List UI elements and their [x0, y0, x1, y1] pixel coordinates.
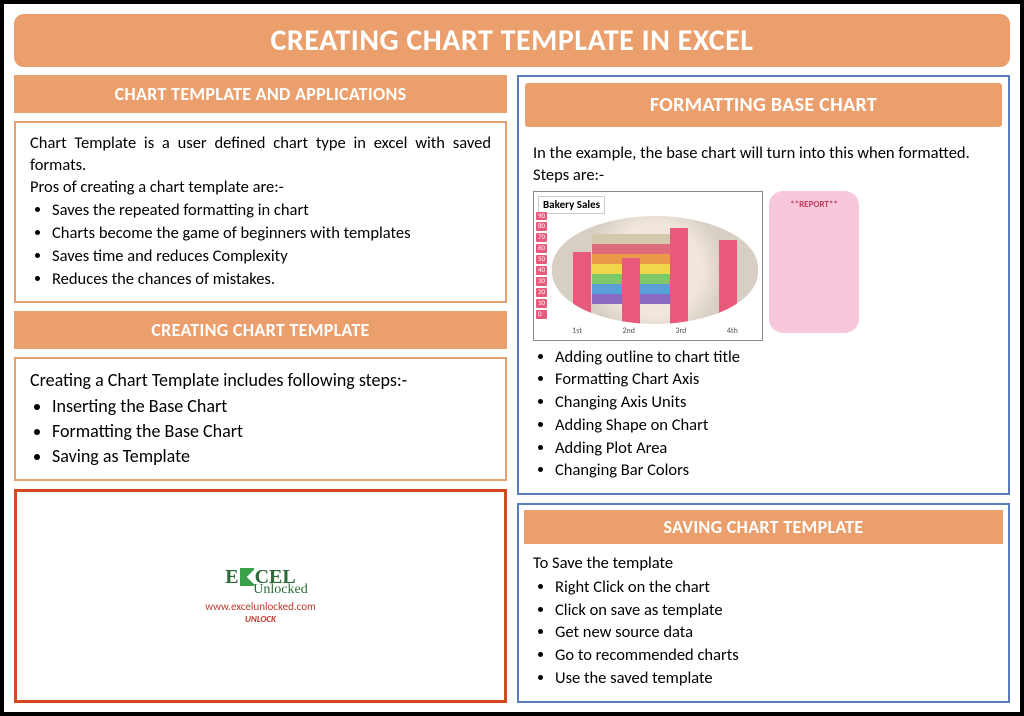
plot-area	[552, 216, 758, 324]
creating-list: Inserting the Base Chart Formatting the …	[30, 395, 491, 468]
logo-tagline: UNLOCK	[245, 614, 276, 625]
list-item: Use the saved template	[555, 668, 994, 690]
section-applications-body: Chart Template is a user defined chart t…	[16, 123, 505, 301]
y-tick: 30	[536, 277, 547, 285]
list-item: Saves time and reduces Complexity	[52, 246, 491, 268]
list-item: Go to recommended charts	[555, 645, 994, 667]
bars	[552, 216, 758, 324]
list-item: Reduces the chances of mistakes.	[52, 269, 491, 291]
y-tick: 20	[536, 288, 547, 296]
section-saving-body: To Save the template Right Click on the …	[519, 549, 1008, 701]
section-formatting-body: In the example, the base chart will turn…	[519, 133, 1008, 493]
y-tick: 40	[536, 266, 547, 274]
section-header-formatting: FORMATTING BASE CHART	[525, 83, 1002, 127]
page: CREATING CHART TEMPLATE IN EXCEL CHART T…	[0, 0, 1024, 716]
list-item: Formatting Chart Axis	[555, 369, 994, 391]
logo-subtext: Unlocked	[213, 582, 307, 598]
x-tick: 2nd	[622, 326, 634, 337]
applications-pros-label: Pros of creating a chart template are:-	[30, 177, 491, 199]
list-item: Saving as Template	[52, 445, 491, 469]
y-tick: 10	[536, 299, 547, 307]
x-tick: 4th	[727, 326, 738, 337]
bar-chart: Bakery Sales 90 80 70 60 50 40 30 20 10	[533, 191, 763, 341]
list-item: Get new source data	[555, 622, 994, 644]
y-axis: 90 80 70 60 50 40 30 20 10 0	[536, 212, 547, 320]
applications-intro: Chart Template is a user defined chart t…	[30, 133, 491, 177]
y-tick: 0	[536, 310, 547, 318]
saving-list: Right Click on the chart Click on save a…	[533, 577, 994, 690]
list-item: Changing Axis Units	[555, 392, 994, 414]
bar-4	[719, 240, 737, 324]
y-tick: 50	[536, 255, 547, 263]
section-formatting: FORMATTING BASE CHART In the example, th…	[517, 75, 1010, 495]
list-item: Adding outline to chart title	[555, 347, 994, 369]
y-tick: 70	[536, 233, 547, 241]
bar-1	[573, 252, 591, 324]
left-column: CHART TEMPLATE AND APPLICATIONS Chart Te…	[14, 75, 507, 703]
creating-intro: Creating a Chart Template includes follo…	[30, 369, 491, 393]
list-item: Click on save as template	[555, 600, 994, 622]
bar-2	[622, 258, 640, 324]
x-axis: 1st 2nd 3rd 4th	[552, 326, 758, 337]
list-item: Charts become the game of beginners with…	[52, 223, 491, 245]
section-saving: SAVING CHART TEMPLATE To Save the templa…	[517, 503, 1010, 703]
section-creating-body: Creating a Chart Template includes follo…	[16, 359, 505, 479]
y-tick: 60	[536, 244, 547, 252]
report-shape: **REPORT**	[769, 191, 859, 333]
section-creating: Creating a Chart Template includes follo…	[14, 357, 507, 481]
embedded-chart: Bakery Sales 90 80 70 60 50 40 30 20 10	[533, 191, 994, 341]
section-applications: Chart Template is a user defined chart t…	[14, 121, 507, 303]
section-header-creating: CREATING CHART TEMPLATE	[14, 311, 507, 349]
list-item: Adding Shape on Chart	[555, 415, 994, 437]
formatting-intro: In the example, the base chart will turn…	[533, 143, 994, 187]
list-item: Saves the repeated formatting in chart	[52, 200, 491, 222]
list-item: Formatting the Base Chart	[52, 420, 491, 444]
columns: CHART TEMPLATE AND APPLICATIONS Chart Te…	[14, 75, 1010, 703]
x-tick: 1st	[572, 326, 582, 337]
section-header-applications: CHART TEMPLATE AND APPLICATIONS	[14, 75, 507, 113]
list-item: Inserting the Base Chart	[52, 395, 491, 419]
logo-url: www.excelunlocked.com	[205, 600, 316, 613]
applications-list: Saves the repeated formatting in chart C…	[30, 200, 491, 290]
right-column: FORMATTING BASE CHART In the example, th…	[517, 75, 1010, 703]
logo-box: E CEL Unlocked www.excelunlocked.com UNL…	[14, 489, 507, 702]
y-tick: 80	[536, 222, 547, 230]
x-tick: 3rd	[675, 326, 686, 337]
section-header-saving: SAVING CHART TEMPLATE	[524, 510, 1003, 544]
list-item: Adding Plot Area	[555, 438, 994, 460]
chart-title: Bakery Sales	[538, 196, 605, 215]
bar-3	[670, 228, 688, 324]
list-item: Right Click on the chart	[555, 577, 994, 599]
page-title: CREATING CHART TEMPLATE IN EXCEL	[14, 14, 1010, 67]
list-item: Changing Bar Colors	[555, 460, 994, 482]
y-tick: 90	[536, 212, 547, 220]
saving-intro: To Save the template	[533, 553, 994, 575]
formatting-list: Adding outline to chart title Formatting…	[533, 347, 994, 483]
